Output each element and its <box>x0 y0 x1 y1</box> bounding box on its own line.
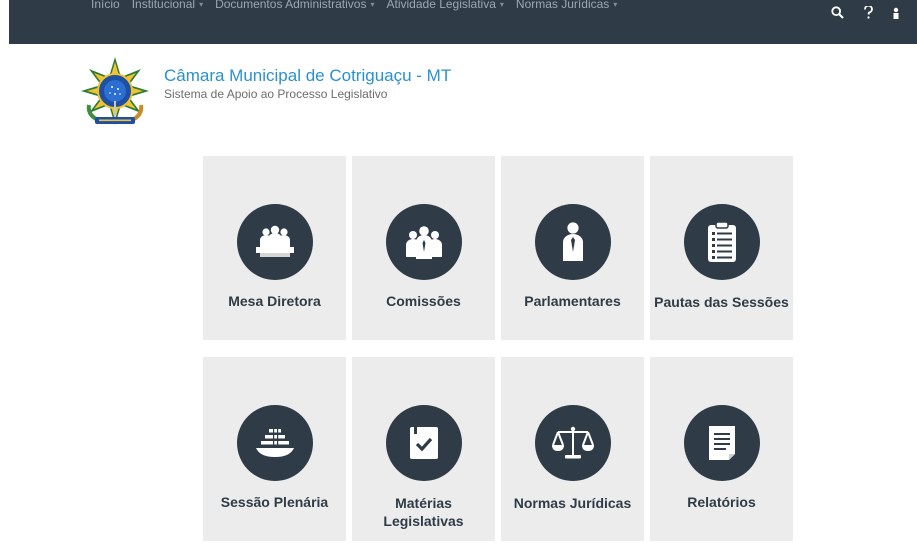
agenda-clipboard-icon <box>683 204 760 280</box>
tile-comissoes[interactable]: Comissões <box>352 156 495 340</box>
tile-label: Normas Jurídicas <box>513 495 632 511</box>
brand-header: Câmara Municipal de Cotriguaçu - MT Sist… <box>79 55 451 127</box>
nav-item-atividade-legislativa[interactable]: Atividade Legislativa ▾ <box>383 0 508 11</box>
board-icon <box>236 204 313 280</box>
brand-text: Câmara Municipal de Cotriguaçu - MT Sist… <box>164 66 451 102</box>
tile-label: Parlamentares <box>524 293 621 309</box>
nav-item-label: Normas Jurídicas <box>515 0 610 11</box>
tile-label: Relatórios <box>687 494 756 510</box>
tile-label: Pautas das Sessões <box>654 294 789 310</box>
tile-label: Mesa Diretora <box>228 293 321 309</box>
chevron-down-icon: ▾ <box>613 0 618 9</box>
chevron-down-icon: ▾ <box>199 0 204 9</box>
nav-item-normas-juridicas[interactable]: Normas Jurídicas ▾ <box>512 0 621 11</box>
committees-icon <box>385 204 462 280</box>
tile-label: Sessão Plenária <box>220 494 329 510</box>
chevron-down-icon: ▾ <box>499 0 504 9</box>
tile-relatorios[interactable]: Relatórios <box>650 357 793 541</box>
tile-normas-juridicas[interactable]: Normas Jurídicas <box>501 357 644 541</box>
module-grid: Mesa Diretora Comissões Parlamentares Pa… <box>203 156 793 541</box>
nav-menu: Início Institucional ▾ Documentos Adminis… <box>87 0 621 11</box>
scales-icon <box>534 405 611 481</box>
nav-item-documentos-administrativos[interactable]: Documentos Administrativos ▾ <box>211 0 378 11</box>
page-title[interactable]: Câmara Municipal de Cotriguaçu - MT <box>164 66 451 86</box>
nav-item-institucional[interactable]: Institucional ▾ <box>128 0 207 11</box>
reports-icon <box>683 405 760 481</box>
tile-label: Matérias Legislativas <box>383 495 464 529</box>
nav-item-label: Institucional <box>131 0 196 11</box>
help-icon[interactable] <box>864 6 873 19</box>
nav-actions <box>831 6 899 19</box>
nav-item-label: Documentos Administrativos <box>215 0 367 11</box>
nav-item-label: Atividade Legislativa <box>386 0 496 11</box>
tile-sessao-plenaria[interactable]: Sessão Plenária <box>203 357 346 541</box>
nav-item-inicio[interactable]: Início <box>87 0 124 11</box>
tile-pautas-das-sessoes[interactable]: Pautas das Sessões <box>650 156 793 340</box>
legislative-matters-icon <box>385 405 462 481</box>
tile-materias-legislativas[interactable]: Matérias Legislativas <box>352 357 495 541</box>
search-icon[interactable] <box>831 6 844 19</box>
chevron-down-icon: ▾ <box>370 0 375 9</box>
plenary-session-icon <box>236 405 313 481</box>
nav-item-label: Início <box>91 0 120 11</box>
tile-mesa-diretora[interactable]: Mesa Diretora <box>203 156 346 340</box>
coat-of-arms-logo[interactable] <box>79 55 151 127</box>
page-subtitle: Sistema de Apoio ao Processo Legislativo <box>164 87 388 101</box>
top-navbar: Início Institucional ▾ Documentos Adminis… <box>9 0 917 44</box>
parliamentarian-icon <box>534 204 611 280</box>
tile-parlamentares[interactable]: Parlamentares <box>501 156 644 340</box>
tile-label: Comissões <box>386 293 461 309</box>
user-icon[interactable] <box>893 7 899 19</box>
